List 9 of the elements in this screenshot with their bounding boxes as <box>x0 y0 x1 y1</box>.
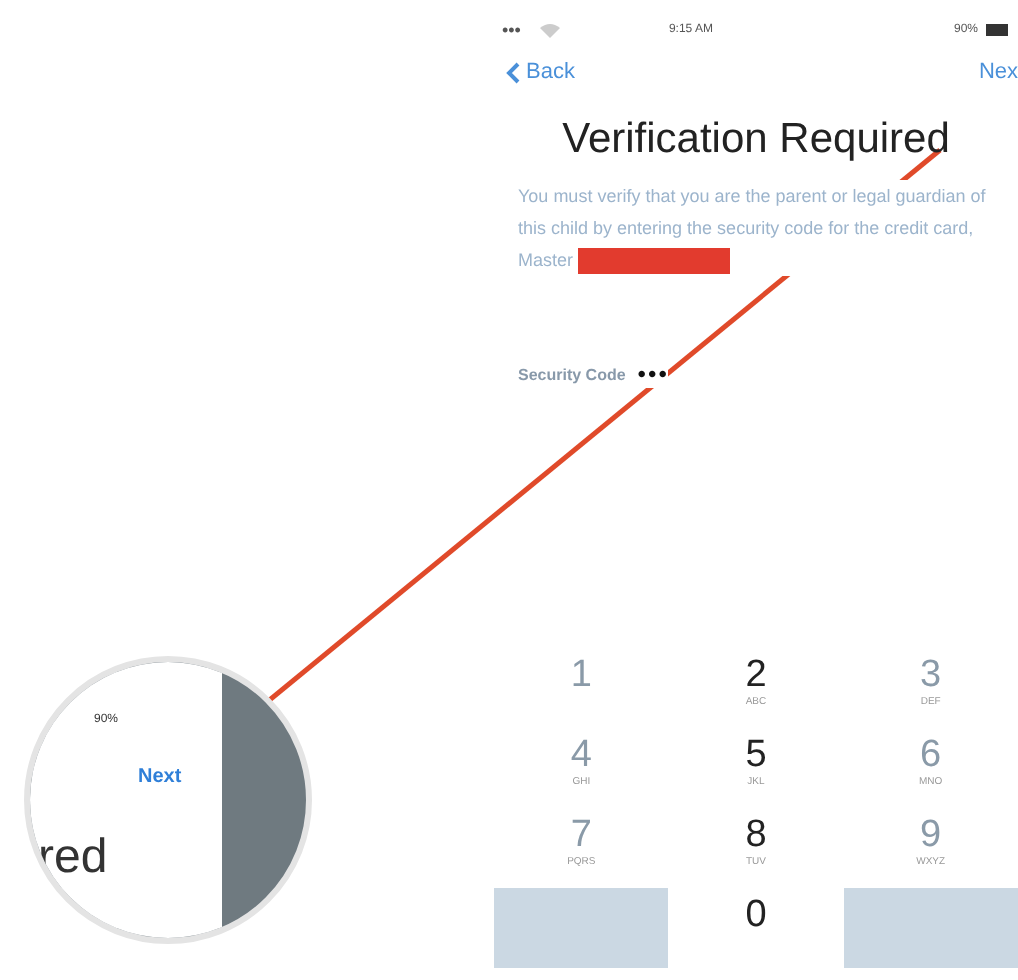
battery-icon <box>986 24 1010 36</box>
page-title: Verification Required <box>560 116 952 164</box>
chevron-left-icon <box>506 61 520 83</box>
field-label: Security Code <box>518 365 626 383</box>
magnified-next-label: Next <box>138 766 182 788</box>
signal-dots: ••• <box>502 20 521 40</box>
back-button[interactable]: Back <box>506 60 575 84</box>
next-button[interactable]: Nex <box>978 60 1018 84</box>
wifi-icon <box>540 22 561 38</box>
